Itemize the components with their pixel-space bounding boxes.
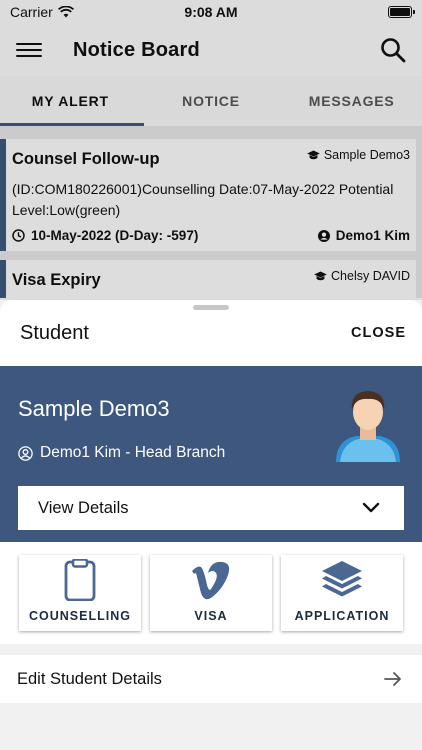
edit-student-details-row[interactable]: Edit Student Details <box>0 655 422 703</box>
sheet-title: Student <box>20 321 89 344</box>
notice-board-screen: Carrier 9:08 AM Notice Board MY ALERT NO… <box>0 0 422 300</box>
counselling-button[interactable]: COUNSELLING <box>19 555 141 631</box>
close-button[interactable]: CLOSE <box>351 325 406 341</box>
dim-overlay[interactable] <box>0 0 422 300</box>
view-details-dropdown[interactable]: View Details <box>18 486 404 530</box>
application-button[interactable]: APPLICATION <box>281 555 403 631</box>
user-circle-icon <box>18 445 33 461</box>
sheet-grabber[interactable] <box>193 305 229 310</box>
layers-icon <box>322 561 362 597</box>
edit-student-details-label: Edit Student Details <box>17 669 162 688</box>
avatar <box>336 391 400 462</box>
arrow-right-icon <box>384 672 401 686</box>
visa-button[interactable]: VISA <box>150 555 272 631</box>
application-label: APPLICATION <box>294 609 390 623</box>
clipboard-icon <box>64 559 96 601</box>
view-details-label: View Details <box>38 498 129 517</box>
student-profile-panel: Sample Demo3 Demo1 Kim - Head Branch Vie… <box>0 366 422 542</box>
action-buttons: COUNSELLING VISA APPLICATION <box>0 542 422 644</box>
vimeo-v-icon <box>192 561 230 600</box>
counselling-label: COUNSELLING <box>29 609 131 623</box>
visa-label: VISA <box>194 609 228 623</box>
student-branch-text: Demo1 Kim - Head Branch <box>40 444 226 461</box>
student-bottom-sheet: Student CLOSE Sample Demo3 Demo1 Kim - H… <box>0 300 422 750</box>
chevron-down-icon <box>362 502 380 513</box>
